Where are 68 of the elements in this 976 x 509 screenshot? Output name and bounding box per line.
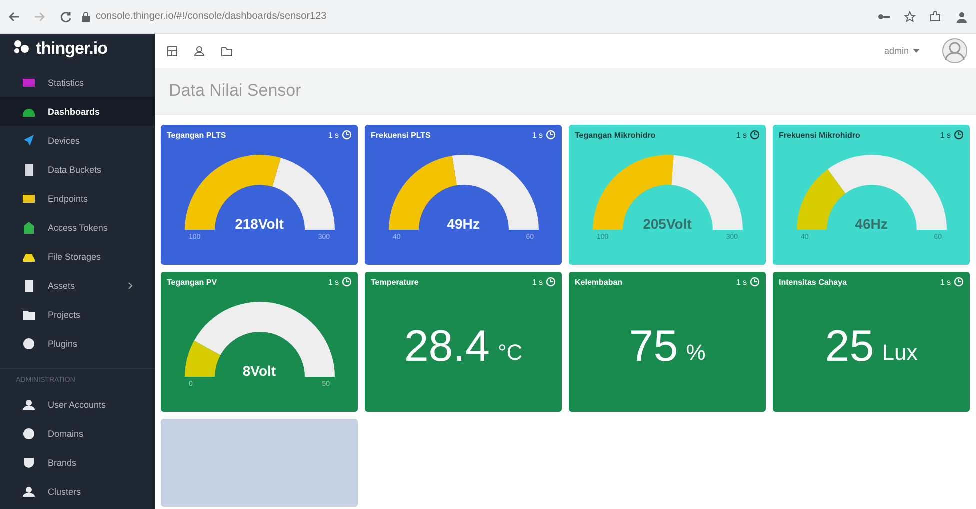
- unit-label: °C: [498, 340, 523, 366]
- widget-title: Temperature: [371, 278, 420, 286]
- widget-title: Frekuensi Mikrohidro: [779, 130, 862, 140]
- user-icon[interactable]: [194, 46, 205, 56]
- widget-title: Tegangan PV: [167, 278, 218, 286]
- refresh-interval: 1 s: [736, 130, 747, 140]
- gauge-value: 46Hz: [854, 216, 889, 232]
- sidebar-item[interactable]: Plugins: [0, 329, 155, 358]
- dashboard-title: Data Nilai Sensor: [169, 81, 302, 101]
- refresh-interval: 1 s: [532, 130, 543, 140]
- reload-icon[interactable]: [60, 10, 72, 22]
- clock-icon: [954, 130, 964, 140]
- sensor-value: 28.4: [404, 322, 490, 372]
- profile-icon[interactable]: [956, 10, 968, 22]
- refresh-interval: 1 s: [532, 278, 543, 286]
- sidebar-item[interactable]: Clusters: [0, 477, 155, 506]
- sidebar-item[interactable]: Projects: [0, 300, 155, 329]
- widget-title: Tegangan PLTS: [167, 130, 228, 140]
- logo-icon: [12, 38, 32, 54]
- gauge-value: 49Hz: [446, 216, 481, 232]
- refresh-interval: 1 s: [328, 130, 339, 140]
- widget-title: Intensitas Cahaya: [779, 278, 848, 286]
- refresh-interval: 1 s: [736, 278, 747, 286]
- folder-icon[interactable]: [221, 46, 233, 56]
- sidebar-item[interactable]: Domains: [0, 419, 155, 448]
- gauge-value: 218Volt: [234, 216, 285, 232]
- back-icon[interactable]: [8, 10, 20, 22]
- unit-label: Lux: [882, 340, 918, 366]
- refresh-interval: 1 s: [940, 278, 951, 286]
- sidebar-item[interactable]: Statistics: [0, 68, 155, 97]
- widget-title: Tegangan Mikrohidro: [575, 130, 657, 140]
- refresh-interval: 1 s: [940, 130, 951, 140]
- clock-icon: [954, 277, 964, 287]
- sensor-value: 25: [825, 322, 874, 372]
- clock-icon: [342, 130, 352, 140]
- gauge-fill: [184, 340, 220, 377]
- sidebar-item[interactable]: File Storages: [0, 242, 155, 271]
- sidebar-item[interactable]: Data Buckets: [0, 155, 155, 184]
- clock-icon: [750, 277, 760, 287]
- star-icon[interactable]: [904, 10, 916, 22]
- sidebar-item[interactable]: Access Tokens: [0, 213, 155, 242]
- clock-icon: [750, 130, 760, 140]
- refresh-interval: 1 s: [328, 278, 339, 286]
- gauge-fill: [796, 169, 846, 230]
- sensor-value: 75: [629, 322, 678, 372]
- sidebar-item[interactable]: Assets: [0, 271, 155, 300]
- widget-title: Frekuensi PLTS: [371, 130, 432, 140]
- clock-icon: [546, 277, 556, 287]
- clock-icon: [342, 277, 352, 287]
- gauge-value: 205Volt: [642, 216, 693, 232]
- sidebar-item[interactable]: Devices: [0, 126, 155, 155]
- lock-icon: [82, 12, 90, 22]
- puzzle-icon[interactable]: [930, 10, 942, 22]
- user-menu[interactable]: admin: [878, 45, 926, 57]
- dashboard-icon[interactable]: [167, 46, 178, 56]
- sidebar-item[interactable]: Endpoints: [0, 184, 155, 213]
- url-text: console.thinger.io/#!/console/dashboards/sensor123: [96, 11, 327, 22]
- clock-icon: [546, 130, 556, 140]
- sidebar-item[interactable]: Dashboards: [0, 97, 155, 126]
- widget-title: Kelembaban: [575, 278, 624, 286]
- gauge-value: 8Volt: [242, 363, 278, 379]
- logo-text: thinger.io: [36, 39, 108, 59]
- key-icon[interactable]: [878, 12, 890, 22]
- caret-icon: [913, 49, 920, 53]
- avatar-icon[interactable]: [942, 38, 968, 64]
- sidebar-item[interactable]: Brands: [0, 448, 155, 477]
- unit-label: %: [686, 340, 706, 366]
- sidebar-item[interactable]: User Accounts: [0, 390, 155, 419]
